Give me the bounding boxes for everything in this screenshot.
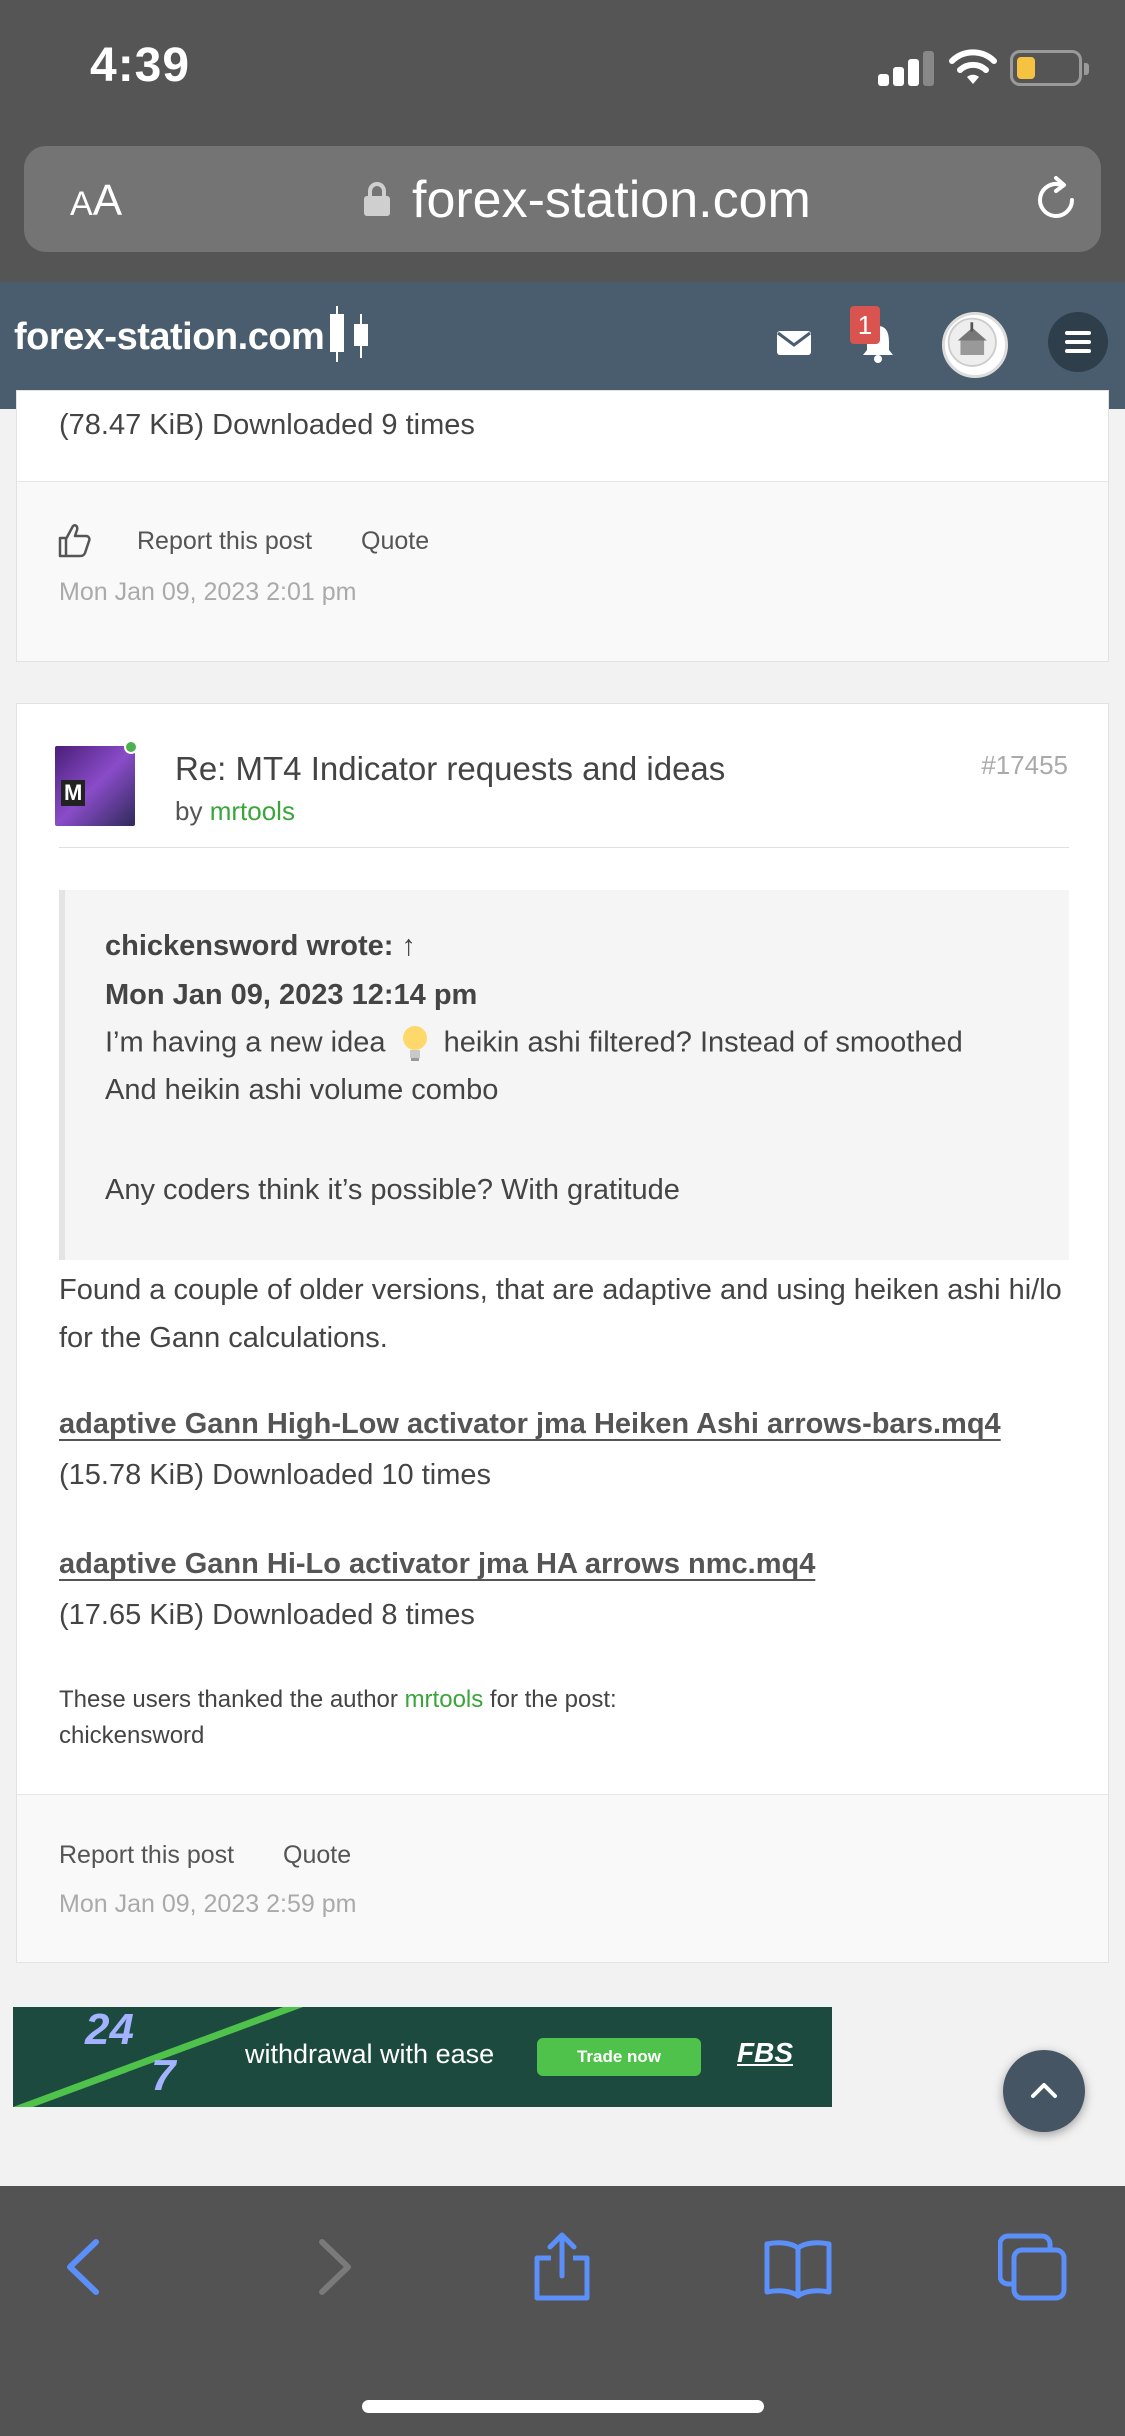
post-footer: Report this post Quote Mon Jan 09, 2023 …	[17, 481, 1108, 661]
wifi-icon	[949, 49, 997, 84]
quote-text: I’m having a new idea	[105, 1026, 386, 1059]
online-status-indicator	[124, 740, 138, 754]
url-field[interactable]: AA forex-station.com	[24, 146, 1101, 252]
divider	[59, 847, 1069, 848]
attachment-meta: (17.65 KiB) Downloaded 8 times	[59, 1599, 475, 1631]
scroll-to-top-button[interactable]	[1003, 2050, 1085, 2132]
back-icon[interactable]	[52, 2232, 122, 2302]
share-icon[interactable]	[527, 2232, 597, 2302]
mail-icon[interactable]	[776, 328, 812, 358]
post-date: Mon Jan 09, 2023 2:01 pm	[59, 578, 357, 606]
quote-text: Any coders think it’s possible? With gra…	[105, 1174, 680, 1206]
thumbs-up-icon[interactable]	[57, 522, 91, 558]
previous-post-card: (78.47 KiB) Downloaded 9 times Report th…	[16, 390, 1109, 662]
ad-text: withdrawal with ease	[245, 2039, 495, 2069]
ad-7: 7	[151, 2051, 176, 2100]
aa-small-label: A	[70, 185, 93, 223]
author-link[interactable]: mrtools	[210, 796, 295, 826]
attachment-meta: (78.47 KiB) Downloaded 9 times	[59, 409, 475, 441]
avatar-monogram: M	[61, 780, 86, 806]
quote-link[interactable]: Quote	[283, 1841, 351, 1870]
home-indicator	[362, 2400, 764, 2413]
report-post-link[interactable]: Report this post	[59, 1841, 234, 1870]
user-avatar[interactable]	[942, 312, 1008, 378]
thanks-prefix: These users thanked the author	[59, 1686, 398, 1713]
post-date: Mon Jan 09, 2023 2:59 pm	[59, 1890, 357, 1918]
aa-big-label: A	[92, 176, 123, 225]
attachment-link[interactable]: adaptive Gann Hi-Lo activator jma HA arr…	[59, 1548, 815, 1581]
notification-badge: 1	[850, 306, 880, 344]
site-logo[interactable]: forex-station.com	[14, 316, 325, 359]
browser-bottom-toolbar	[0, 2186, 1125, 2436]
quote-block: chickensword wrote: ↑ Mon Jan 09, 2023 1…	[59, 890, 1069, 1260]
browser-address-bar: AA forex-station.com	[0, 140, 1125, 282]
ad-24-7-graphic: 24 7	[85, 2007, 175, 2099]
post-number-link[interactable]: #17455	[981, 750, 1068, 781]
thanks-author-link[interactable]: mrtools	[405, 1686, 484, 1713]
post-card: M Re: MT4 Indicator requests and ideas b…	[16, 703, 1109, 1963]
attachment-meta: (15.78 KiB) Downloaded 10 times	[59, 1459, 492, 1491]
status-bar: 4:39	[0, 0, 1125, 140]
chevron-up-icon	[1031, 2083, 1057, 2098]
post-footer: Report this post Quote Mon Jan 09, 2023 …	[17, 1794, 1108, 1962]
signal-icon	[878, 50, 936, 86]
battery-icon	[1010, 50, 1089, 86]
menu-icon[interactable]	[1048, 312, 1108, 372]
tabs-icon[interactable]	[998, 2232, 1068, 2302]
status-time: 4:39	[90, 39, 191, 92]
quote-link[interactable]: Quote	[361, 527, 429, 556]
candlestick-logo-icon	[330, 306, 368, 362]
lock-icon	[364, 182, 390, 216]
author-prefix: by	[175, 796, 203, 826]
thanks-suffix: for the post:	[489, 1686, 617, 1713]
attachment-link[interactable]: adaptive Gann High-Low activator jma Hei…	[59, 1408, 1001, 1441]
lightbulb-icon	[400, 1024, 430, 1064]
quote-text: And heikin ashi volume combo	[105, 1074, 499, 1106]
poster-avatar[interactable]: M	[55, 746, 135, 826]
ad-24: 24	[85, 2007, 134, 2054]
thanked-by-user[interactable]: chickensword	[59, 1722, 204, 1750]
reload-icon[interactable]	[1030, 174, 1082, 226]
ad-trade-now-button[interactable]: Trade now	[537, 2038, 701, 2076]
quote-line: I’m having a new idea heikin ashi filter…	[105, 1024, 963, 1064]
reader-options-button[interactable]: AA	[70, 176, 122, 226]
quote-date: Mon Jan 09, 2023 12:14 pm	[105, 979, 478, 1011]
ad-brand-logo: FBS	[737, 2037, 793, 2068]
post-author-line: by mrtools	[175, 796, 295, 827]
quote-text: heikin ashi filtered? Instead of smoothe…	[443, 1026, 963, 1059]
bookmarks-icon[interactable]	[763, 2232, 833, 2302]
url-text: forex-station.com	[412, 171, 811, 229]
report-post-link[interactable]: Report this post	[137, 527, 312, 556]
thanks-line: These users thanked the author mrtools f…	[59, 1686, 617, 1714]
forward-icon[interactable]	[296, 2232, 366, 2302]
ad-banner[interactable]: 24 7 withdrawal with ease Trade now FBS	[13, 2007, 832, 2107]
quote-cite[interactable]: chickensword wrote: ↑	[105, 930, 416, 963]
post-title[interactable]: Re: MT4 Indicator requests and ideas	[175, 750, 725, 788]
post-body-text: Found a couple of older versions, that a…	[59, 1274, 1062, 1354]
